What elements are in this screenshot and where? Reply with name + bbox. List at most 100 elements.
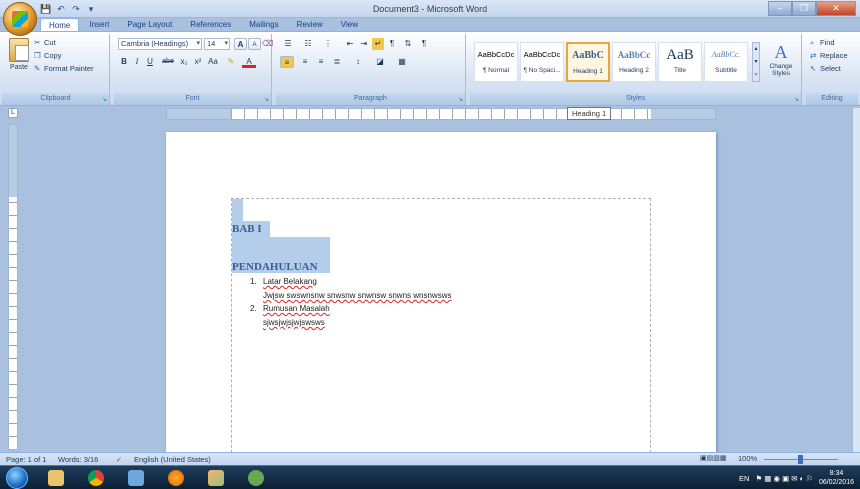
select-button[interactable]: ↖ Select: [810, 64, 841, 73]
photo-viewer-icon[interactable]: [120, 468, 152, 488]
zoom-level[interactable]: 100%: [738, 454, 757, 463]
font-color-button[interactable]: A: [242, 56, 256, 68]
rtl-icon[interactable]: ↵: [372, 38, 384, 50]
ltr-icon[interactable]: ¶: [386, 38, 398, 50]
strikethrough-button[interactable]: abe: [160, 56, 176, 68]
title-bar: 💾 ↶ ↷ ▾ Document3 - Microsoft Word – ❐ ✕: [0, 0, 860, 18]
list-item-title-1[interactable]: Latar Belakang: [263, 277, 317, 286]
italic-button[interactable]: I: [132, 56, 142, 68]
grow-font-button[interactable]: A: [234, 38, 247, 50]
tab-references[interactable]: References: [182, 18, 239, 32]
tab-mailings[interactable]: Mailings: [241, 18, 286, 32]
shrink-font-button[interactable]: A: [248, 38, 261, 50]
heading-pendahuluan[interactable]: PENDAHULUAN: [232, 261, 318, 273]
clipboard-launcher-icon[interactable]: ↘: [102, 96, 107, 103]
style-heading-2[interactable]: AaBbCc Heading 2: [612, 42, 656, 82]
bullets-icon[interactable]: ☰: [280, 38, 296, 50]
file-explorer-icon[interactable]: [40, 468, 72, 488]
tab-home[interactable]: Home: [40, 18, 80, 32]
tab-insert[interactable]: Insert: [81, 18, 117, 32]
superscript-button[interactable]: x²: [192, 56, 204, 68]
shading-icon[interactable]: ◪: [372, 56, 388, 68]
office-button[interactable]: [3, 2, 37, 36]
numbering-icon[interactable]: ☷: [300, 38, 316, 50]
paint-icon[interactable]: [200, 468, 232, 488]
style-subtitle[interactable]: AaBbCc. Subtitle: [704, 42, 748, 82]
justify-icon[interactable]: ≣: [330, 56, 344, 68]
font-size-select[interactable]: 14: [204, 38, 230, 50]
document-area[interactable]: BAB I PENDAHULUAN 1. Latar Belakang Jwjs…: [20, 122, 850, 452]
paste-button[interactable]: Paste: [6, 38, 32, 71]
minimize-button[interactable]: –: [768, 1, 792, 16]
styles-launcher-icon[interactable]: ↘: [794, 96, 799, 103]
vertical-ruler[interactable]: [8, 124, 18, 450]
tab-selector-button[interactable]: L: [8, 108, 18, 118]
zoom-slider-thumb[interactable]: [798, 455, 803, 464]
show-marks-icon[interactable]: ¶: [418, 38, 430, 50]
underline-button[interactable]: U: [144, 56, 156, 68]
decrease-indent-icon[interactable]: ⇤: [344, 38, 356, 50]
font-group-label: Font: [114, 93, 271, 105]
style-heading-1[interactable]: AaBbC Heading 1: [566, 42, 610, 82]
paste-label: Paste: [10, 64, 28, 71]
paragraph-group-label: Paragraph: [276, 93, 465, 105]
restore-button[interactable]: ❐: [792, 1, 816, 16]
list-item-body-1[interactable]: Jwjsw swswnsnw snwsnw snwnsw snwns wnsnw…: [263, 291, 452, 300]
bold-button[interactable]: B: [118, 56, 130, 68]
cut-button[interactable]: ✂ Cut: [34, 38, 56, 47]
document-page[interactable]: BAB I PENDAHULUAN 1. Latar Belakang Jwjs…: [166, 132, 716, 452]
style-normal[interactable]: AaBbCcDc ¶ Normal: [474, 42, 518, 82]
change-case-button[interactable]: Aa: [206, 56, 220, 68]
tab-view[interactable]: View: [333, 18, 366, 32]
tab-page-layout[interactable]: Page Layout: [119, 18, 180, 32]
select-label: Select: [820, 64, 841, 73]
highlight-icon[interactable]: ✎: [224, 56, 238, 68]
tray-icons[interactable]: ⚑ ▦ ◉ ▣ ✉ ◐ ⚐: [755, 474, 812, 483]
style-title-name: Title: [673, 67, 687, 74]
line-spacing-icon[interactable]: ↕: [350, 56, 366, 68]
change-styles-button[interactable]: A Change Styles: [764, 42, 798, 77]
find-button[interactable]: ⌕ Find: [810, 38, 835, 48]
style-no-spacing[interactable]: AaBbCcDc ¶ No Spaci...: [520, 42, 564, 82]
font-family-select[interactable]: Cambria (Headings): [118, 38, 202, 50]
list-item-title-2[interactable]: Rumusan Masalah: [263, 304, 330, 313]
align-center-icon[interactable]: ≡: [298, 56, 312, 68]
page-count[interactable]: Page: 1 of 1: [6, 454, 46, 465]
styles-scroll-icon[interactable]: ▴ ▾ ▿: [752, 42, 760, 82]
styles-group-label: Styles: [470, 93, 801, 105]
tab-review[interactable]: Review: [289, 18, 331, 32]
language-indicator[interactable]: English (United States): [134, 454, 211, 465]
paragraph-launcher-icon[interactable]: ↘: [458, 96, 463, 103]
clock[interactable]: 8:34 06/02/2016: [819, 469, 854, 487]
horizontal-ruler[interactable]: [166, 108, 716, 120]
align-left-icon[interactable]: ≡: [280, 56, 294, 68]
start-button[interactable]: [6, 467, 28, 489]
cut-label: Cut: [44, 38, 56, 47]
paste-icon: [9, 38, 29, 62]
copy-button[interactable]: ❐ Copy: [34, 51, 62, 60]
vertical-scrollbar[interactable]: [852, 108, 860, 452]
clear-formatting-icon[interactable]: ⌫: [262, 38, 273, 50]
align-right-icon[interactable]: ≡: [314, 56, 328, 68]
subscript-button[interactable]: x₂: [178, 56, 190, 68]
list-item-body-2[interactable]: sjwsjwjsjwjswsws: [263, 318, 325, 327]
view-buttons-icon[interactable]: ▣▤▥▦: [700, 454, 726, 462]
format-painter-button[interactable]: ✎ Format Painter: [34, 64, 94, 73]
style-title[interactable]: AaB Title: [658, 42, 702, 82]
sort-icon[interactable]: ⇅: [402, 38, 414, 50]
borders-icon[interactable]: ▦: [394, 56, 410, 68]
chrome-icon[interactable]: [80, 468, 112, 488]
font-launcher-icon[interactable]: ↘: [264, 96, 269, 103]
multilevel-list-icon[interactable]: ⋮: [320, 38, 336, 50]
replace-button[interactable]: ⇄ Replace: [810, 51, 848, 60]
heading-bab[interactable]: BAB I: [232, 223, 262, 235]
media-player-icon[interactable]: [240, 468, 272, 488]
close-button[interactable]: ✕: [816, 1, 856, 16]
firefox-icon[interactable]: [160, 468, 192, 488]
language-bar[interactable]: EN: [739, 474, 749, 483]
find-label: Find: [820, 38, 835, 47]
word-count[interactable]: Words: 3/16: [58, 454, 98, 465]
ruler-left-margin: [167, 109, 231, 119]
proofing-icon[interactable]: ✓: [116, 454, 122, 465]
increase-indent-icon[interactable]: ⇥: [358, 38, 370, 50]
